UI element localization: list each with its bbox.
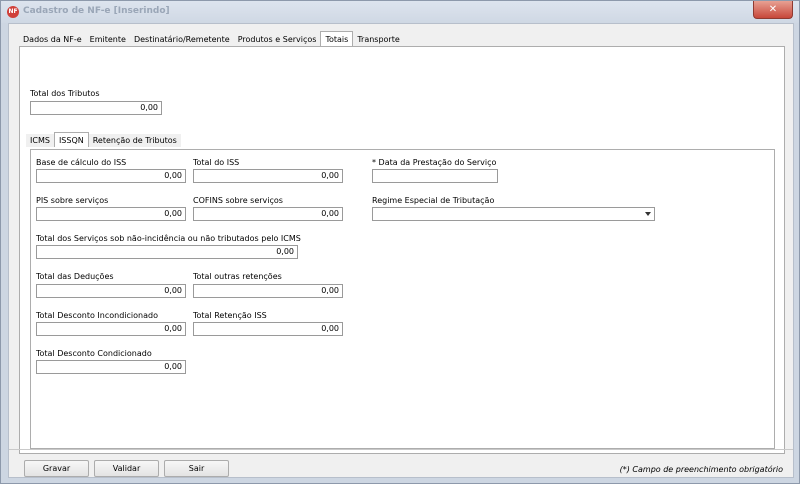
base-calculo-label: Base de cálculo do ISS xyxy=(36,158,127,167)
main-tab-bar: Dados da NF-e Emitente Destinatário/Reme… xyxy=(19,31,404,46)
tab-produtos-servicos[interactable]: Produtos e Serviços xyxy=(233,33,321,46)
total-iss-label: Total do ISS xyxy=(193,158,240,167)
footer-divider xyxy=(9,449,793,450)
tab-dados-nfe[interactable]: Dados da NF-e xyxy=(19,33,86,46)
retencao-iss-field[interactable]: 0,00 xyxy=(193,322,343,336)
tab-destinatario[interactable]: Destinatário/Remetente xyxy=(129,33,234,46)
pis-field[interactable]: 0,00 xyxy=(36,207,186,221)
outras-retencoes-label: Total outras retenções xyxy=(193,272,282,281)
subtab-issqn[interactable]: ISSQN xyxy=(53,132,89,147)
retencao-iss-label: Total Retenção ISS xyxy=(193,311,267,320)
tab-transporte[interactable]: Transporte xyxy=(353,33,404,46)
tab-emitente[interactable]: Emitente xyxy=(85,33,130,46)
title-bar: NF Cadastro de NF-e [Inserindo] ✕ xyxy=(1,1,799,23)
data-prestacao-field[interactable] xyxy=(372,169,498,183)
totais-panel: Total dos Tributos 0,00 ICMS ISSQN Reten… xyxy=(19,46,785,454)
validar-button[interactable]: Validar xyxy=(94,460,159,477)
gravar-button[interactable]: Gravar xyxy=(24,460,89,477)
outras-retencoes-field[interactable]: 0,00 xyxy=(193,284,343,298)
base-calculo-field[interactable]: 0,00 xyxy=(36,169,186,183)
cofins-field[interactable]: 0,00 xyxy=(193,207,343,221)
window: NF Cadastro de NF-e [Inserindo] ✕ Dados … xyxy=(0,0,800,484)
desc-condicionado-label: Total Desconto Condicionado xyxy=(36,349,152,358)
total-tributos-label: Total dos Tributos xyxy=(30,89,100,98)
required-fields-note: (*) Campo de preenchimento obrigatório xyxy=(619,465,783,474)
window-title: Cadastro de NF-e [Inserindo] xyxy=(23,6,170,16)
deducoes-field[interactable]: 0,00 xyxy=(36,284,186,298)
data-prestacao-label: * Data da Prestação do Serviço xyxy=(372,158,497,167)
tab-totais[interactable]: Totais xyxy=(320,31,354,46)
deducoes-label: Total das Deduções xyxy=(36,272,114,281)
nao-incidencia-label: Total dos Serviços sob não-incidência ou… xyxy=(36,234,301,243)
subtab-retencao-tributos[interactable]: Retenção de Tributos xyxy=(88,134,181,147)
desc-incondicionado-field[interactable]: 0,00 xyxy=(36,322,186,336)
pis-label: PIS sobre serviços xyxy=(36,196,109,205)
sub-tab-bar: ICMS ISSQN Retenção de Tributos xyxy=(26,132,181,147)
regime-select[interactable] xyxy=(372,207,655,221)
total-iss-field[interactable]: 0,00 xyxy=(193,169,343,183)
cofins-label: COFINS sobre serviços xyxy=(193,196,283,205)
sair-button[interactable]: Sair xyxy=(164,460,229,477)
regime-label: Regime Especial de Tributação xyxy=(372,196,495,205)
desc-incondicionado-label: Total Desconto Incondicionado xyxy=(36,311,158,320)
issqn-panel: Base de cálculo do ISS 0,00 Total do ISS… xyxy=(30,149,775,449)
subtab-icms[interactable]: ICMS xyxy=(26,134,54,147)
chevron-down-icon[interactable] xyxy=(645,212,651,216)
desc-condicionado-field[interactable]: 0,00 xyxy=(36,360,186,374)
close-button[interactable]: ✕ xyxy=(753,1,793,19)
nao-incidencia-field[interactable]: 0,00 xyxy=(36,245,298,259)
app-icon: NF xyxy=(7,6,19,18)
client-area: Dados da NF-e Emitente Destinatário/Reme… xyxy=(8,23,794,478)
total-tributos-field[interactable]: 0,00 xyxy=(30,101,162,115)
